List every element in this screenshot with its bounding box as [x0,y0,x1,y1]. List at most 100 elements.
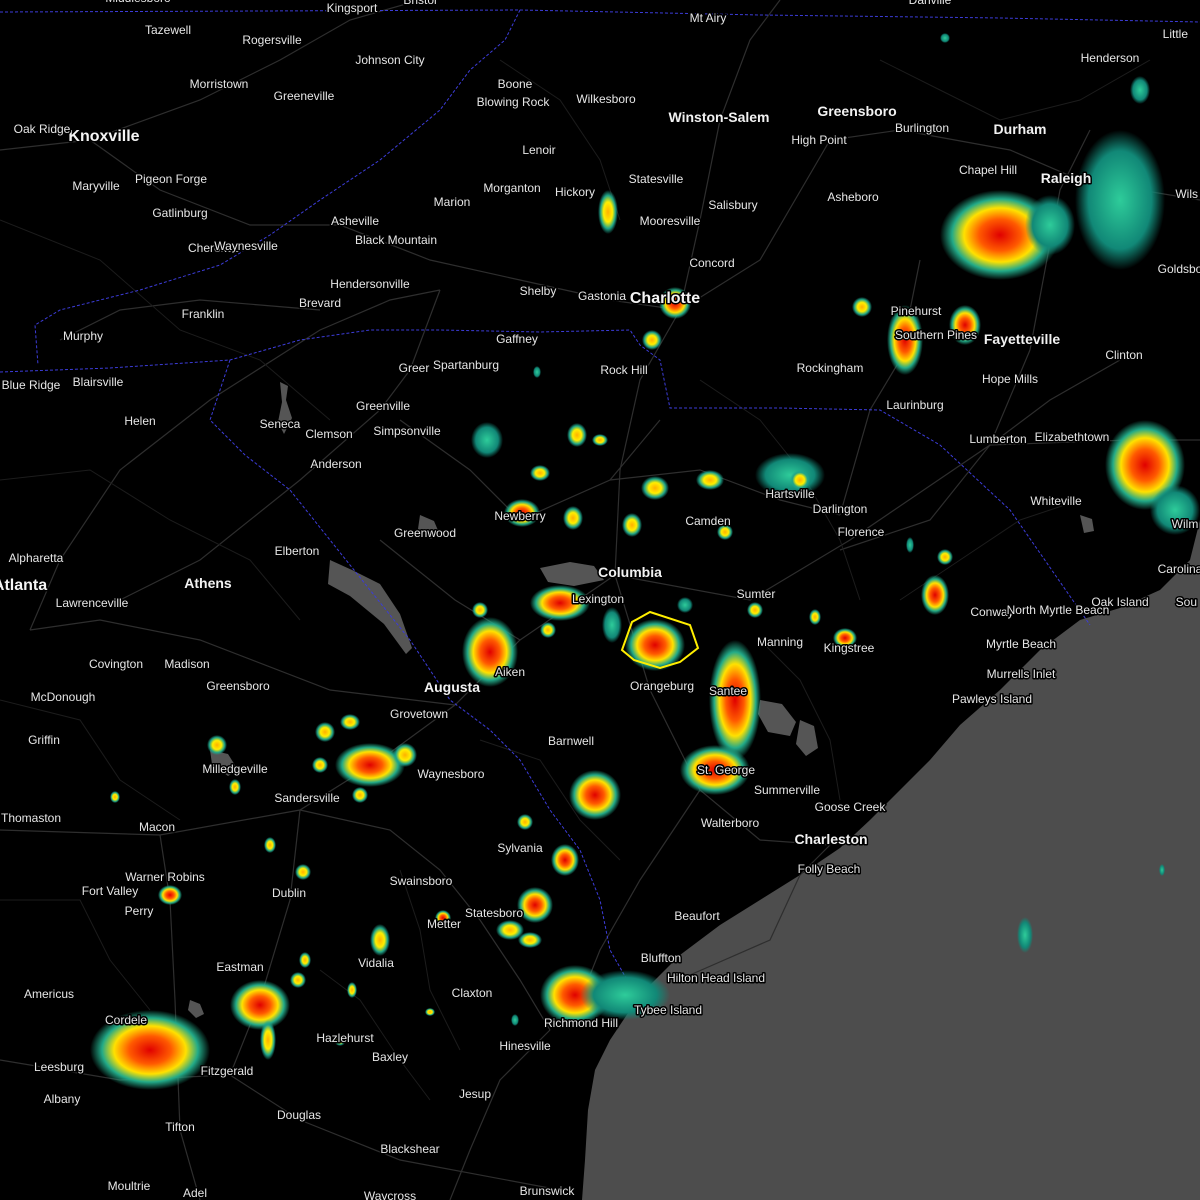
city-label: Warner Robins [125,870,205,884]
city-label: Darlington [813,502,868,516]
city-label: Baxley [372,1050,408,1064]
city-label: Asheville [331,214,379,228]
city-label: Sou [1176,595,1197,609]
city-label: Shelby [520,284,557,298]
city-label: Brunswick [520,1184,576,1198]
city-label: Durham [994,121,1047,137]
city-label: Statesville [629,172,684,186]
city-label: Chapel Hill [959,163,1017,177]
city-label: Blowing Rock [477,95,551,109]
city-label: Morristown [190,77,249,91]
city-label: Tifton [165,1120,195,1134]
city-label: Gaffney [496,332,538,346]
city-label: Blue Ridge [2,378,61,392]
city-label: Richmond Hill [544,1016,618,1030]
city-label: Newberry [494,509,545,523]
city-label: Lexington [572,592,624,606]
city-label: Morganton [483,181,540,195]
city-label: Athens [184,575,232,591]
city-label: Rogersville [242,33,302,47]
city-label: Rockingham [797,361,864,375]
city-label: Black Mountain [355,233,437,247]
city-label: Middlesboro [105,0,171,5]
city-label: Thomaston [1,811,61,825]
city-label: Dublin [272,886,306,900]
city-label: Mt Airy [690,11,727,25]
city-label: Myrtle Beach [986,637,1056,651]
city-label: Carolina [1158,562,1200,576]
city-label: Jesup [459,1087,491,1101]
city-label: Hendersonville [330,277,410,291]
city-label: Helen [124,414,155,428]
city-label: Griffin [28,733,60,747]
city-label: Salisbury [708,198,757,212]
city-label: Spartanburg [433,358,499,372]
city-label: High Point [791,133,847,147]
city-label: Hartsville [765,487,815,501]
city-label: Boone [498,77,533,91]
city-label: St. George [697,763,755,777]
city-label: Burlington [895,121,949,135]
city-label: Blackshear [380,1142,439,1156]
city-label: Clinton [1105,348,1142,362]
city-label: Simpsonville [373,424,441,438]
city-label: Elizabethtown [1035,430,1110,444]
city-label: Kingsport [327,1,378,15]
city-label: Waynesboro [418,767,485,781]
city-label: Atlanta [0,577,47,594]
city-label: Statesboro [465,906,523,920]
city-label: Concord [689,256,734,270]
city-label: Wilkesboro [576,92,636,106]
city-label: Charleston [794,831,867,847]
city-label: Knoxville [68,128,139,145]
city-label: Greensboro [206,679,270,693]
city-label: Covington [89,657,143,671]
city-label: Tazewell [145,23,191,37]
city-label: Cordele [105,1013,147,1027]
city-label: Eastman [216,960,263,974]
city-label: Tybee Island [634,1003,702,1017]
city-label: Pigeon Forge [135,172,207,186]
city-label: Lenoir [522,143,555,157]
city-label: Perry [125,904,154,918]
city-label: Kingstree [824,641,875,655]
city-label: Milledgeville [202,762,268,776]
city-label: Murrells Inlet [987,667,1056,681]
city-label: Greenwood [394,526,456,540]
city-label: Hinesville [499,1039,551,1053]
city-label: Rock Hill [600,363,647,377]
city-label: Alpharetta [9,551,64,565]
city-label: Manning [757,635,803,649]
city-label: Raleigh [1041,170,1092,186]
city-label: Murphy [63,329,103,343]
city-label: Douglas [277,1108,321,1122]
city-label: Mooresville [640,214,701,228]
city-label: Winston-Salem [669,109,770,125]
city-label: Augusta [424,679,480,695]
city-label: Hilton Head Island [667,971,765,985]
city-label: Santee [709,684,747,698]
city-label: Bristol [403,0,436,7]
city-label: Franklin [182,307,225,321]
city-label: Marion [434,195,471,209]
city-label: Lumberton [969,432,1026,446]
city-label: Leesburg [34,1060,84,1074]
city-label: Moultrie [108,1179,151,1193]
city-label: Sylvania [497,841,543,855]
city-label: Danville [909,0,952,7]
city-label: Adel [183,1186,207,1200]
radar-map[interactable]: Middlesboro Kingsport Bristol Danville Littl… [0,0,1200,1200]
city-label: Hazlehurst [316,1031,374,1045]
city-label: Anderson [310,457,361,471]
city-label: Goldsbo [1158,262,1200,276]
city-label: Columbia [598,564,662,580]
city-label: Charlotte [630,290,700,307]
city-label: Fort Valley [82,884,138,898]
city-label: Gastonia [578,289,626,303]
city-label: Seneca [260,417,301,431]
city-label: Waycross [364,1189,416,1200]
city-label: Vidalia [358,956,394,970]
city-label: Asheboro [827,190,879,204]
city-label: Laurinburg [886,398,943,412]
city-label: Johnson City [355,53,424,67]
